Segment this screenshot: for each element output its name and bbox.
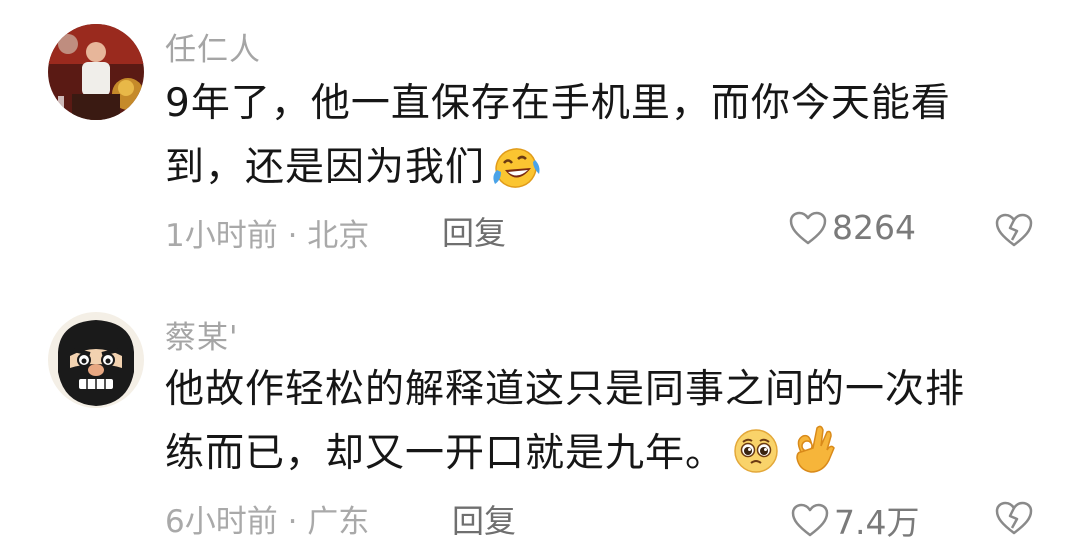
comment-item: 任仁人 9年了，他一直保存在手机里，而你今天能看 到，还是因为我们 1小时前 ·… bbox=[0, 0, 1080, 280]
cartoon-face-avatar-image bbox=[48, 312, 144, 408]
like-count: 8264 bbox=[832, 208, 916, 247]
broken-heart-icon bbox=[995, 501, 1033, 535]
comment-time-location: 6小时前 · 广东 bbox=[165, 504, 370, 540]
reply-button[interactable]: 回复 bbox=[442, 208, 506, 254]
like-button[interactable]: 7.4万 bbox=[790, 496, 919, 544]
like-button[interactable]: 8264 bbox=[788, 208, 916, 247]
comment-text-line-with-emoji: 到，还是因为我们 bbox=[165, 136, 1015, 210]
comment-text-line: 到，还是因为我们 bbox=[165, 145, 486, 190]
comment-text-line: 他故作轻松的解释道这只是同事之间的一次排 bbox=[165, 367, 966, 412]
comment-time-location: 1小时前 · 北京 bbox=[165, 218, 370, 254]
comment-username[interactable]: 任仁人 bbox=[165, 24, 261, 69]
comment-text-line: 9年了，他一直保存在手机里，而你今天能看 bbox=[165, 81, 951, 126]
avatar[interactable] bbox=[48, 312, 144, 408]
pleading-face-emoji-icon bbox=[731, 426, 781, 496]
ok-hand-emoji-icon bbox=[787, 422, 837, 496]
comment-text: 9年了，他一直保存在手机里，而你今天能看 到，还是因为我们 bbox=[165, 72, 1015, 210]
heart-icon bbox=[789, 211, 827, 244]
dislike-button[interactable] bbox=[994, 212, 1034, 252]
comment-username[interactable]: 蔡某' bbox=[165, 312, 239, 357]
like-count: 7.4万 bbox=[834, 503, 920, 542]
laughing-tears-emoji-icon bbox=[491, 146, 541, 210]
comment-text-line: 练而已，却又一开口就是九年。 bbox=[165, 431, 726, 476]
comment-text: 他故作轻松的解释道这只是同事之间的一次排 练而已，却又一开口就是九年。 bbox=[165, 358, 1015, 496]
avatar[interactable] bbox=[48, 24, 144, 120]
broken-heart-icon bbox=[995, 213, 1033, 247]
comment-item: 蔡某' 他故作轻松的解释道这只是同事之间的一次排 练而已，却又一开口就是九年。 bbox=[0, 290, 1080, 558]
user-photo-avatar-image bbox=[48, 24, 144, 120]
heart-icon bbox=[791, 503, 829, 537]
reply-button[interactable]: 回复 bbox=[452, 496, 516, 542]
comment-text-line-with-emoji: 练而已，却又一开口就是九年。 bbox=[165, 422, 1015, 496]
dislike-button[interactable] bbox=[994, 500, 1034, 540]
